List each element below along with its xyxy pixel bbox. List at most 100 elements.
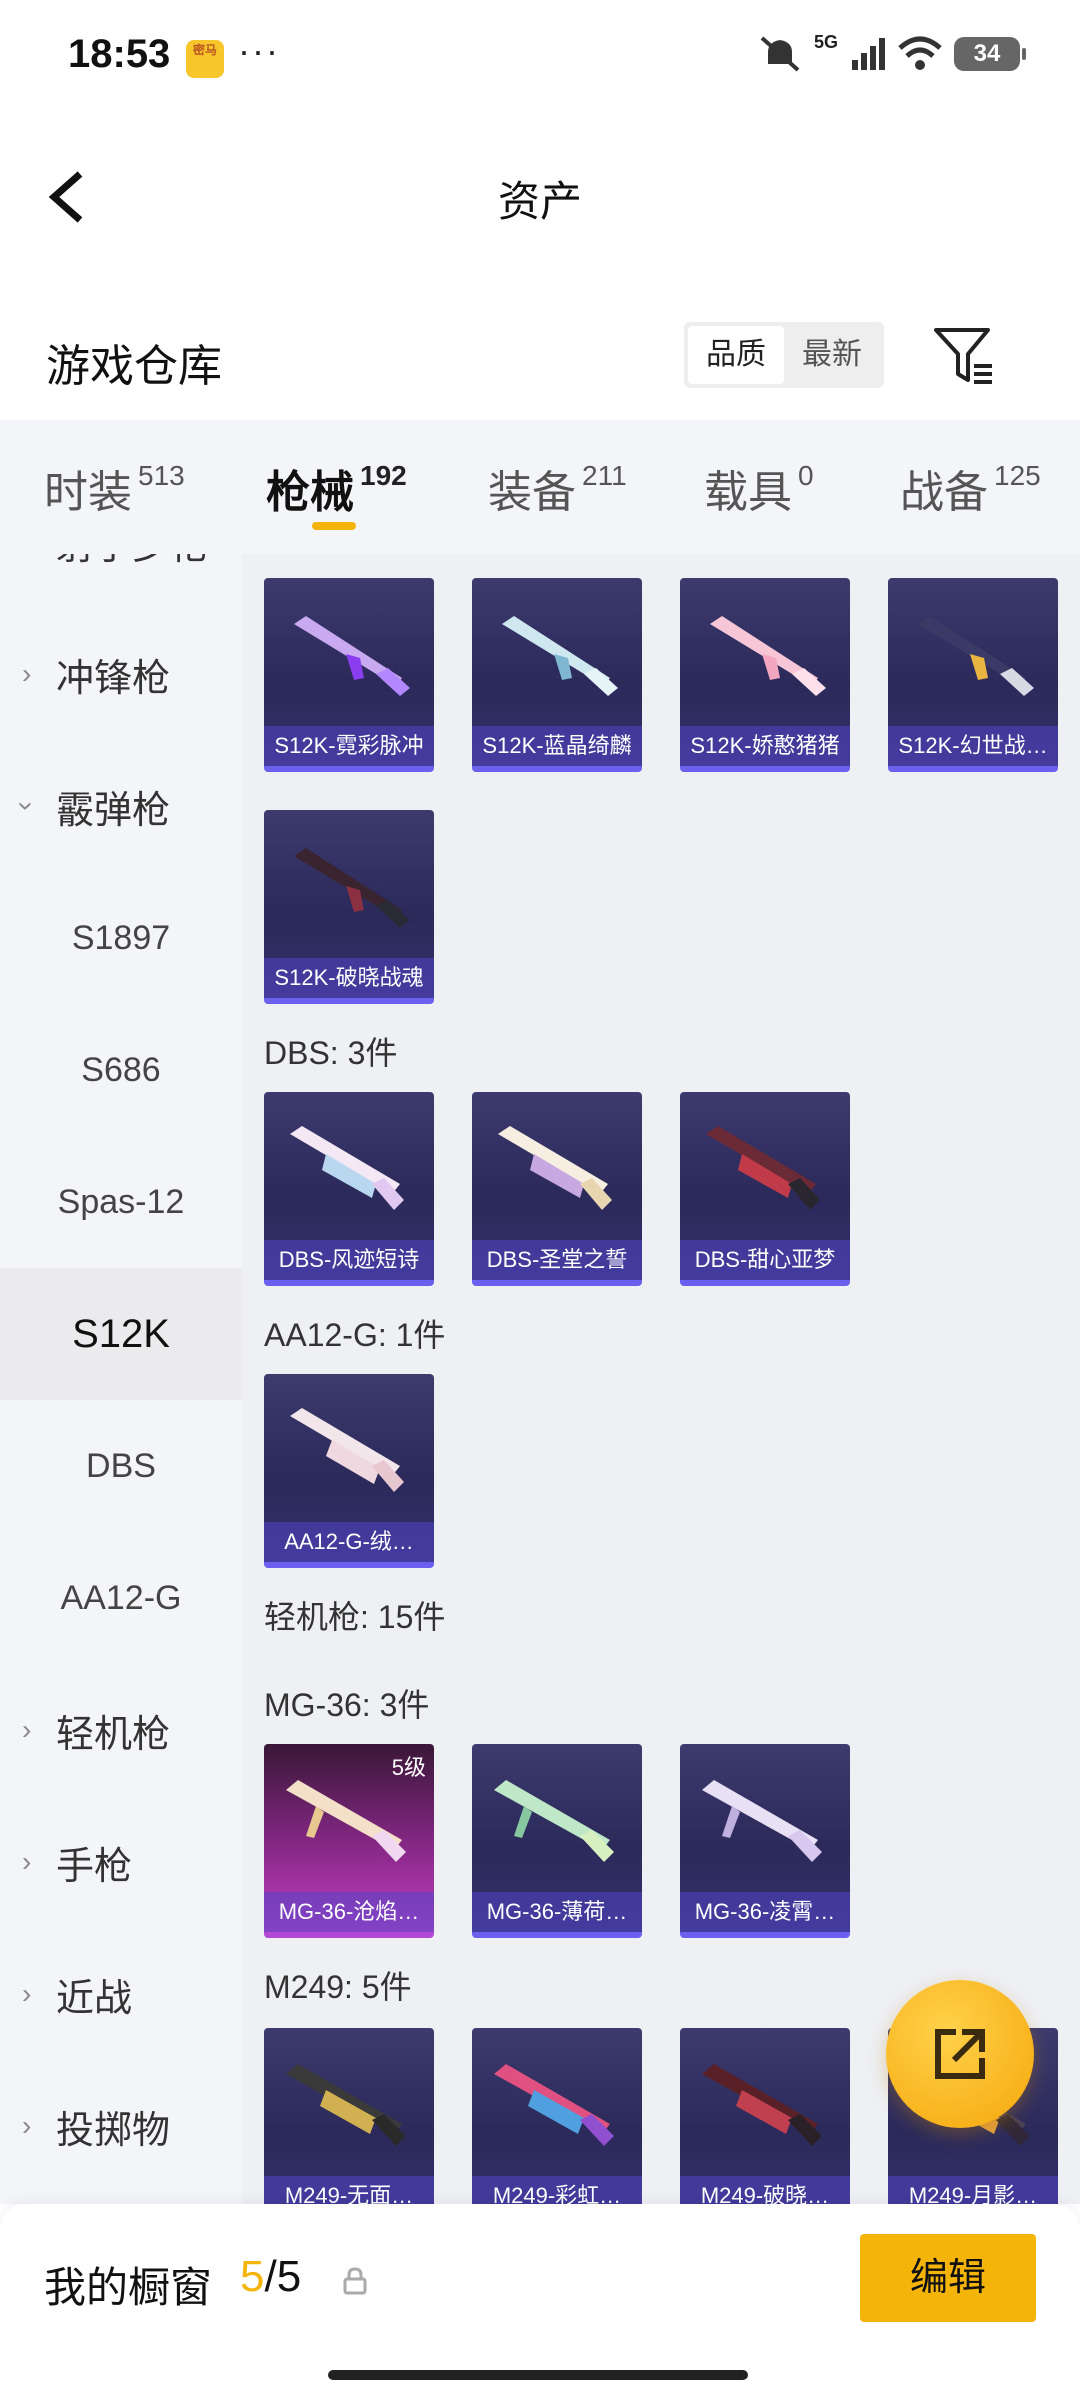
sort-toggle: 品质 最新 — [684, 322, 884, 388]
weapon-card[interactable]: DBS-圣堂之誓 — [472, 1092, 642, 1286]
tab-count: 192 — [360, 460, 407, 491]
chevron-right-icon: › — [22, 1978, 32, 2009]
sidebar-item-dbs[interactable]: DBS — [0, 1400, 242, 1532]
tab-label: 枪械 — [266, 468, 354, 517]
weapon-name: DBS-甜心亚梦 — [680, 1240, 850, 1280]
sidebar-item-label: 投掷物 — [56, 2109, 171, 2152]
weapon-card[interactable]: MG-36-凌霄… — [680, 1744, 850, 1938]
app-notification-icon: 密马 — [186, 40, 224, 78]
machine-gun-icon — [702, 2064, 822, 2146]
sidebar-item-label: 霰弹枪 — [56, 789, 171, 832]
weapon-name: DBS-风迹短诗 — [264, 1240, 434, 1280]
weapon-name: S12K-蓝晶绮麟 — [472, 726, 642, 766]
machine-gun-icon — [286, 2064, 406, 2146]
chevron-right-icon: › — [22, 554, 31, 558]
section-header-aa12g: AA12-G: 1件 — [264, 1317, 446, 1353]
sidebar-item-pistol[interactable]: › 手枪 — [0, 1796, 242, 1928]
wifi-icon — [898, 36, 942, 70]
lock-icon — [343, 2267, 367, 2295]
weapon-card[interactable]: DBS-风迹短诗 — [264, 1092, 434, 1286]
home-indicator — [328, 2370, 748, 2380]
weapon-name: MG-36-沧焰… — [264, 1892, 434, 1932]
weapon-name: MG-36-凌霄… — [680, 1892, 850, 1932]
sidebar-item-label: 轻机枪 — [56, 1713, 171, 1756]
sort-newest-option[interactable]: 最新 — [784, 326, 880, 384]
weapon-name: MG-36-薄荷… — [472, 1892, 642, 1932]
active-tab-indicator — [312, 522, 356, 530]
shotgun-icon — [294, 848, 410, 928]
mute-icon — [760, 36, 800, 72]
share-external-icon — [935, 2029, 985, 2079]
chevron-right-icon: › — [22, 1714, 32, 1745]
weapon-card[interactable]: S12K-娇憨猪猪 — [680, 578, 850, 772]
showcase-count: 5/5 — [240, 2252, 301, 2302]
weapon-card[interactable]: M249-无面… — [264, 2028, 434, 2204]
sidebar-item-s1897[interactable]: S1897 — [0, 872, 242, 1004]
machine-gun-icon — [286, 1780, 406, 1862]
weapon-name: DBS-圣堂之誓 — [472, 1240, 642, 1280]
sidebar-item-s686[interactable]: S686 — [0, 1004, 242, 1136]
battery-indicator: 34 — [954, 37, 1026, 71]
weapon-card[interactable]: S12K-蓝晶绮麟 — [472, 578, 642, 772]
section-header-mg36: MG-36: 3件 — [264, 1687, 430, 1723]
weapon-card[interactable]: AA12-G-绒… — [264, 1374, 434, 1568]
weapon-card[interactable]: S12K-破晓战魂 — [264, 810, 434, 1004]
sidebar-item-shotgun[interactable]: › 霰弹枪 — [0, 740, 242, 872]
network-label: 5G — [813, 31, 838, 52]
sidebar-item-melee[interactable]: › 近战 — [0, 1928, 242, 2060]
shotgun-icon — [294, 616, 410, 696]
machine-gun-icon — [702, 1780, 822, 1862]
showcase-current: 5 — [240, 2252, 265, 2301]
sidebar-item-label: 射手步枪 — [56, 554, 208, 570]
page-header: 资产 — [0, 140, 1080, 250]
machine-gun-icon — [494, 2064, 614, 2146]
tab-firearms[interactable]: 枪械 192 — [266, 456, 407, 520]
tab-equipment[interactable]: 装备 211 — [488, 456, 627, 520]
showcase-bar: 我的橱窗 5/5 编辑 — [0, 2204, 1080, 2400]
shotgun-icon — [290, 1126, 404, 1210]
sidebar-item-lmg[interactable]: › 轻机枪 — [0, 1664, 242, 1796]
tab-supplies[interactable]: 战备 125 — [900, 456, 1041, 520]
shotgun-icon — [498, 1126, 612, 1210]
tab-count: 211 — [582, 460, 627, 491]
tab-label: 装备 — [488, 468, 576, 517]
filter-icon[interactable] — [930, 322, 996, 388]
sidebar-item-s12k[interactable]: S12K — [0, 1268, 242, 1400]
sidebar-item-throwable[interactable]: › 投掷物 — [0, 2060, 242, 2192]
sidebar-item-label: 近战 — [56, 1977, 133, 2020]
tab-label: 载具 — [704, 468, 792, 517]
weapon-name: AA12-G-绒… — [264, 1522, 434, 1562]
weapon-card[interactable]: MG-36-薄荷… — [472, 1744, 642, 1938]
shotgun-icon — [710, 616, 826, 696]
weapon-card[interactable]: DBS-甜心亚梦 — [680, 1092, 850, 1286]
tab-label: 时装 — [44, 468, 132, 517]
warehouse-row: 游戏仓库 品质 最新 — [0, 300, 1080, 410]
tab-fashion[interactable]: 时装 513 — [44, 456, 185, 520]
chevron-down-icon: › — [11, 801, 43, 811]
share-fab-button[interactable] — [886, 1980, 1034, 2128]
section-header-lmg: 轻机枪: 15件 — [264, 1599, 446, 1635]
status-bar: 18:53 密马 ··· 5G 34 — [0, 0, 1080, 110]
section-header-dbs: DBS: 3件 — [264, 1035, 398, 1071]
section-header-m249: M249: 5件 — [264, 1969, 412, 2005]
weapon-name: S12K-霓彩脉冲 — [264, 726, 434, 766]
weapon-name: M249-无面… — [264, 2176, 434, 2204]
weapon-card[interactable]: 5级 MG-36-沧焰… — [264, 1744, 434, 1938]
tab-label: 战备 — [900, 468, 988, 517]
sidebar-item-smg[interactable]: › 冲锋枪 — [0, 608, 242, 740]
sidebar-item-marksman[interactable]: › 射手步枪 — [0, 554, 242, 608]
weapon-name: S12K-幻世战… — [888, 726, 1058, 766]
weapon-grid: S12K-霓彩脉冲 S12K-蓝晶绮麟 S12K-娇憨猪猪 S12K-幻世战… … — [242, 554, 1080, 2204]
weapon-type-sidebar: ›射手步枪 ›冲锋枪 ›霰弹枪 S1897 S686 Spas-12 S12K … — [0, 554, 242, 2204]
edit-button[interactable]: 编辑 — [860, 2234, 1036, 2322]
sort-quality-option[interactable]: 品质 — [688, 326, 784, 384]
weapon-card[interactable]: S12K-霓彩脉冲 — [264, 578, 434, 772]
sidebar-item-label: 手枪 — [56, 1845, 133, 1888]
weapon-card[interactable]: M249-破晓… — [680, 2028, 850, 2204]
tab-vehicles[interactable]: 载具 0 — [704, 456, 814, 520]
category-tabs: 时装 513 枪械 192 装备 211 载具 0 战备 125 — [0, 420, 1080, 554]
weapon-card[interactable]: M249-彩虹… — [472, 2028, 642, 2204]
weapon-card[interactable]: S12K-幻世战… — [888, 578, 1058, 772]
sidebar-item-spas12[interactable]: Spas-12 — [0, 1136, 242, 1268]
sidebar-item-aa12g[interactable]: AA12-G — [0, 1532, 242, 1664]
